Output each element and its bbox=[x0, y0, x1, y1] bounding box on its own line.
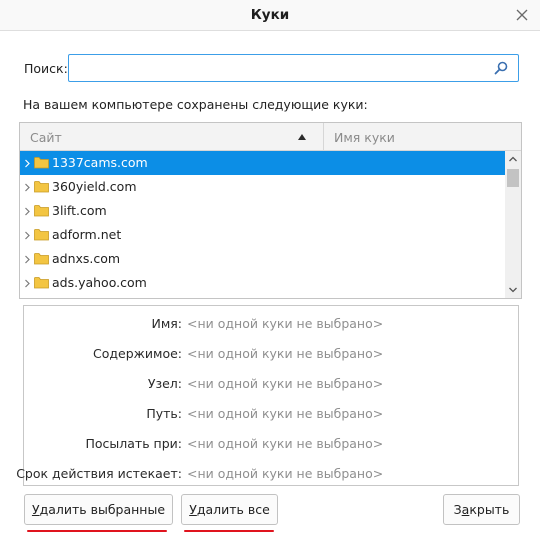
detail-label: Содержимое: bbox=[92, 346, 182, 361]
tree-row[interactable]: 3lift.com bbox=[20, 199, 505, 223]
site-name: ads.yahoo.com bbox=[52, 275, 147, 290]
close-label: крыть bbox=[469, 502, 510, 517]
close-label-lead: З bbox=[453, 502, 462, 517]
folder-icon bbox=[34, 181, 49, 193]
chevron-right-icon[interactable] bbox=[24, 231, 31, 240]
detail-value: <ни одной куки не выбрано> bbox=[187, 466, 384, 481]
remove-selected-button[interactable]: Удалить выбранные bbox=[24, 494, 173, 525]
remove-all-mnemonic: У bbox=[189, 502, 197, 517]
search-label: Поиск: bbox=[24, 61, 68, 76]
search-field[interactable] bbox=[68, 54, 519, 82]
column-site-label: Сайт bbox=[30, 130, 62, 145]
detail-label: Срок действия истекает: bbox=[16, 466, 182, 481]
detail-label: Посылать при: bbox=[85, 436, 182, 451]
folder-icon bbox=[34, 277, 49, 289]
detail-label: Узел: bbox=[147, 376, 182, 391]
chevron-right-icon[interactable] bbox=[24, 255, 31, 264]
scroll-up-icon[interactable] bbox=[505, 151, 521, 167]
tree-scrollbar[interactable] bbox=[505, 151, 521, 298]
site-name: adform.net bbox=[52, 227, 122, 242]
chevron-right-icon[interactable] bbox=[24, 279, 31, 288]
remove-all-label: далить все bbox=[196, 502, 270, 517]
annotation-underline-remove-selected bbox=[27, 530, 167, 532]
dialog-titlebar: Куки bbox=[0, 0, 540, 31]
scroll-thumb[interactable] bbox=[507, 169, 519, 187]
detail-value: <ни одной куки не выбрано> bbox=[187, 436, 384, 451]
tree-row[interactable]: adform.net bbox=[20, 223, 505, 247]
tree-row[interactable]: adnxs.com bbox=[20, 247, 505, 271]
remove-selected-label: далить выбранные bbox=[39, 502, 166, 517]
column-header-cookie-name[interactable]: Имя куки bbox=[325, 123, 521, 150]
cookies-intro-text: На вашем компьютере сохранены следующие … bbox=[23, 97, 368, 112]
tree-row[interactable]: ads.yahoo.com bbox=[20, 271, 505, 295]
annotation-underline-remove-all bbox=[184, 530, 274, 532]
detail-row: Имя: <ни одной куки не выбрано> bbox=[24, 314, 518, 334]
remove-selected-mnemonic: У bbox=[31, 502, 40, 517]
close-icon[interactable] bbox=[512, 5, 532, 25]
column-header-site[interactable]: Сайт bbox=[20, 123, 324, 150]
detail-row: Содержимое: <ни одной куки не выбрано> bbox=[24, 344, 518, 364]
detail-label: Путь: bbox=[146, 406, 182, 421]
chevron-right-icon[interactable] bbox=[24, 183, 31, 192]
detail-value: <ни одной куки не выбрано> bbox=[187, 346, 384, 361]
close-button[interactable]: Закрыть bbox=[443, 494, 520, 525]
remove-all-button[interactable]: Удалить все bbox=[181, 494, 278, 525]
detail-value: <ни одной куки не выбрано> bbox=[187, 316, 384, 331]
folder-icon bbox=[34, 253, 49, 265]
detail-row: Узел: <ни одной куки не выбрано> bbox=[24, 374, 518, 394]
sort-ascending-icon bbox=[298, 134, 306, 140]
detail-value: <ни одной куки не выбрано> bbox=[187, 376, 384, 391]
cookie-details-panel: Имя: <ни одной куки не выбрано> Содержимое… bbox=[16, 305, 519, 486]
column-cookie-name-label: Имя куки bbox=[334, 130, 395, 145]
chevron-right-icon[interactable] bbox=[24, 159, 31, 168]
search-input[interactable] bbox=[73, 58, 483, 78]
tree-row[interactable]: 360yield.com bbox=[20, 175, 505, 199]
tree-header: Сайт Имя куки bbox=[20, 123, 521, 151]
detail-row: Срок действия истекает: <ни одной куки не… bbox=[16, 464, 518, 484]
search-icon[interactable] bbox=[493, 60, 509, 76]
detail-label: Имя: bbox=[151, 316, 182, 331]
tree-row[interactable]: 1337cams.com bbox=[20, 151, 505, 175]
folder-icon bbox=[34, 157, 49, 169]
detail-row: Посылать при: <ни одной куки не выбрано> bbox=[24, 434, 518, 454]
folder-icon bbox=[34, 205, 49, 217]
detail-row: Путь: <ни одной куки не выбрано> bbox=[24, 404, 518, 424]
site-name: adnxs.com bbox=[52, 251, 121, 266]
site-name: 360yield.com bbox=[52, 179, 137, 194]
folder-icon bbox=[34, 229, 49, 241]
chevron-right-icon[interactable] bbox=[24, 207, 31, 216]
site-name: 1337cams.com bbox=[52, 155, 148, 170]
detail-value: <ни одной куки не выбрано> bbox=[187, 406, 384, 421]
dialog-title: Куки bbox=[250, 7, 290, 23]
tree-rows: 1337cams.com 360yield.com 3lift.com adform.… bbox=[20, 151, 505, 298]
scroll-down-icon[interactable] bbox=[505, 282, 521, 298]
cookies-tree[interactable]: Сайт Имя куки 1337cams.com 360yield.com 3l… bbox=[19, 122, 522, 299]
search-label-text: Поиск: bbox=[24, 61, 68, 76]
site-name: 3lift.com bbox=[52, 203, 107, 218]
